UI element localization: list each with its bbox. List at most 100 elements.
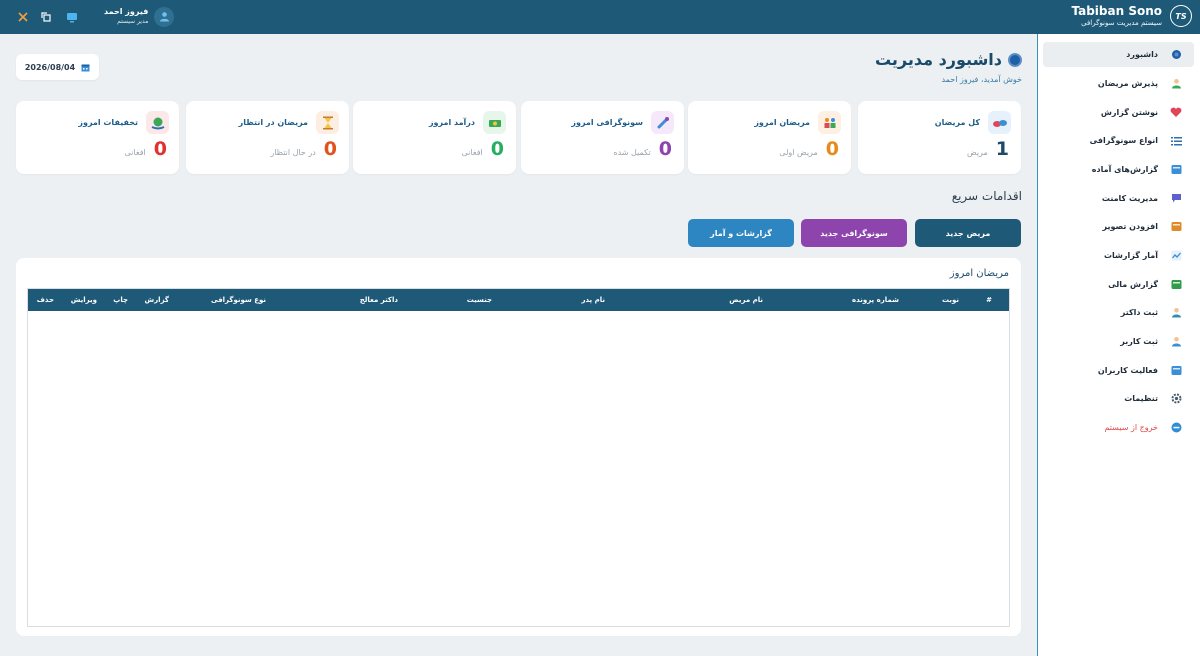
table-column-header[interactable]: حذف <box>37 289 54 311</box>
dashboard-icon <box>1008 52 1022 67</box>
stat-number: 0 <box>490 138 504 160</box>
stat-card-title: تخفیفات امروز <box>78 118 138 127</box>
people-icon <box>818 111 841 134</box>
table-column-header[interactable]: چاپ <box>113 289 128 311</box>
sidebar-item-label: گزارش مالی <box>1108 280 1158 289</box>
patient-add-icon <box>1170 78 1182 90</box>
sidebar-item[interactable]: ثبت داکتر <box>1043 300 1194 325</box>
sidebar-item[interactable]: نوشتن گزارش <box>1043 100 1194 125</box>
doctor-icon <box>1170 307 1182 319</box>
monitor-icon[interactable] <box>65 10 79 24</box>
sidebar-item[interactable]: پذیرش مریضان <box>1043 71 1194 96</box>
stat-card: سونوگرافی امروز 0 تکمیل شده <box>521 101 684 174</box>
brand-logo: TS <box>1170 5 1192 27</box>
page-title-area: داشبورد مدیریت <box>875 50 1022 69</box>
stat-card-value: 0 در حال انتظار <box>270 138 337 160</box>
image-icon <box>1170 221 1182 233</box>
close-icon[interactable] <box>16 10 30 24</box>
stat-unit: افغانی <box>124 148 146 157</box>
new-sonography-button[interactable]: سونوگرافی جدید <box>801 219 907 247</box>
stat-card-value: 0 تکمیل شده <box>613 138 672 160</box>
avatar <box>154 6 175 27</box>
logout-icon <box>1170 422 1182 434</box>
sidebar-item-label: نوشتن گزارش <box>1100 108 1158 117</box>
sidebar-item[interactable]: ثبت کاربر <box>1043 329 1194 354</box>
copy-icon[interactable] <box>39 10 53 24</box>
sidebar-item[interactable]: تنظیمات <box>1043 386 1194 411</box>
welcome-text: خوش آمدید، فیروز احمد <box>941 75 1022 84</box>
stat-unit: مریض اولی <box>779 148 818 157</box>
sidebar-item-label: مدیریت کامنت <box>1101 194 1158 203</box>
new-patient-button[interactable]: مریض جدید <box>915 219 1021 247</box>
comment-icon <box>1170 193 1182 205</box>
stat-card-header: مریضان امروز <box>754 111 841 134</box>
sidebar-item[interactable]: خروج از سیستم <box>1043 415 1194 440</box>
sidebar-item-label: تنظیمات <box>1124 394 1158 403</box>
stat-number: 1 <box>995 138 1009 160</box>
list-icon <box>1170 135 1182 147</box>
user-text: فیروز احمد مدیر سیستم <box>104 6 148 27</box>
stat-card: مریضان در انتظار 0 در حال انتظار <box>186 101 349 174</box>
page-title: داشبورد مدیریت <box>874 50 1002 69</box>
user-role: مدیر سیستم <box>117 18 149 25</box>
stat-card-header: کل مریضان <box>935 111 1011 134</box>
stat-unit: در حال انتظار <box>270 148 316 157</box>
table-column-header[interactable]: # <box>986 289 992 311</box>
sidebar-item-label: گزارش‌های آماده <box>1091 165 1158 174</box>
sidebar: داشبورد پذیرش مریضان نوشتن گزارش انواع سونو… <box>1037 34 1200 656</box>
patients-table: # نوبت شماره پرونده نام مریض نام پدر جنسیت داک… <box>27 288 1010 627</box>
table-column-header[interactable]: گزارش <box>144 289 169 311</box>
top-header: Tabiban Sono سیستم مدیریت سونوگرافی TS ف… <box>0 0 1200 34</box>
table-column-header[interactable]: ویرایش <box>71 289 97 311</box>
probe-icon <box>651 111 674 134</box>
brand-subtitle: سیستم مدیریت سونوگرافی <box>1081 19 1162 27</box>
sidebar-item-label: انواع سونوگرافی <box>1089 136 1158 145</box>
stat-card-title: مریضان در انتظار <box>238 118 308 127</box>
sidebar-item[interactable]: مدیریت کامنت <box>1043 186 1194 211</box>
table-column-header[interactable]: نام پدر <box>581 289 605 311</box>
sidebar-item[interactable]: گزارش مالی <box>1043 272 1194 297</box>
sidebar-item-label: فعالیت کاربران <box>1097 366 1158 375</box>
table-column-header[interactable]: داکتر معالج <box>360 289 398 311</box>
sidebar-item[interactable]: گزارش‌های آماده <box>1043 157 1194 182</box>
table-column-header[interactable]: نوبت <box>942 289 959 311</box>
heartbeat-icon <box>1170 107 1182 119</box>
table-column-header[interactable]: نوع سونوگرافی <box>211 289 266 311</box>
stat-card: کل مریضان 1 مریض <box>858 101 1021 174</box>
stat-card-value: 0 افغانی <box>125 138 167 160</box>
stat-number: 0 <box>153 138 167 160</box>
brand-title: Tabiban Sono <box>1071 4 1162 18</box>
gear-icon <box>1170 393 1182 405</box>
stat-number: 0 <box>323 138 337 160</box>
sidebar-item-label: ثبت داکتر <box>1120 308 1158 317</box>
money-bag-icon <box>1170 279 1182 291</box>
cash-icon <box>483 111 506 134</box>
dashboard-icon <box>1170 49 1182 61</box>
table-column-header[interactable]: شماره پرونده <box>852 289 899 311</box>
stat-card-header: درآمد امروز <box>429 111 506 134</box>
stat-card-title: سونوگرافی امروز <box>571 118 643 127</box>
date-display: 2026/08/04 <box>16 54 99 80</box>
stat-card: درآمد امروز 0 افغانی <box>353 101 516 174</box>
stat-number: 0 <box>658 138 672 160</box>
hourglass-icon <box>316 111 339 134</box>
sidebar-item[interactable]: فعالیت کاربران <box>1043 358 1194 383</box>
stat-card-header: مریضان در انتظار <box>239 111 339 134</box>
sidebar-item-label: پذیرش مریضان <box>1097 79 1158 88</box>
sidebar-item[interactable]: انواع سونوگرافی <box>1043 128 1194 153</box>
discount-icon <box>146 111 169 134</box>
table-column-header[interactable]: جنسیت <box>467 289 492 311</box>
sidebar-item[interactable]: داشبورد <box>1043 42 1194 67</box>
reports-stats-button[interactable]: گزارشات و آمار <box>688 219 794 247</box>
stat-card-value: 0 افغانی <box>462 138 504 160</box>
stat-number: 0 <box>825 138 839 160</box>
user-profile[interactable]: فیروز احمد مدیر سیستم <box>104 6 175 27</box>
stat-card: تخفیفات امروز 0 افغانی <box>16 101 179 174</box>
sidebar-item[interactable]: آمار گزارشات <box>1043 243 1194 268</box>
stat-card-title: کل مریضان <box>934 118 980 127</box>
stat-card-value: 0 مریض اولی <box>779 138 839 160</box>
sidebar-item[interactable]: افزودن تصویر <box>1043 214 1194 239</box>
pills-icon <box>988 111 1011 134</box>
table-column-header[interactable]: نام مریض <box>729 289 763 311</box>
stat-card-title: مریضان امروز <box>754 118 810 127</box>
